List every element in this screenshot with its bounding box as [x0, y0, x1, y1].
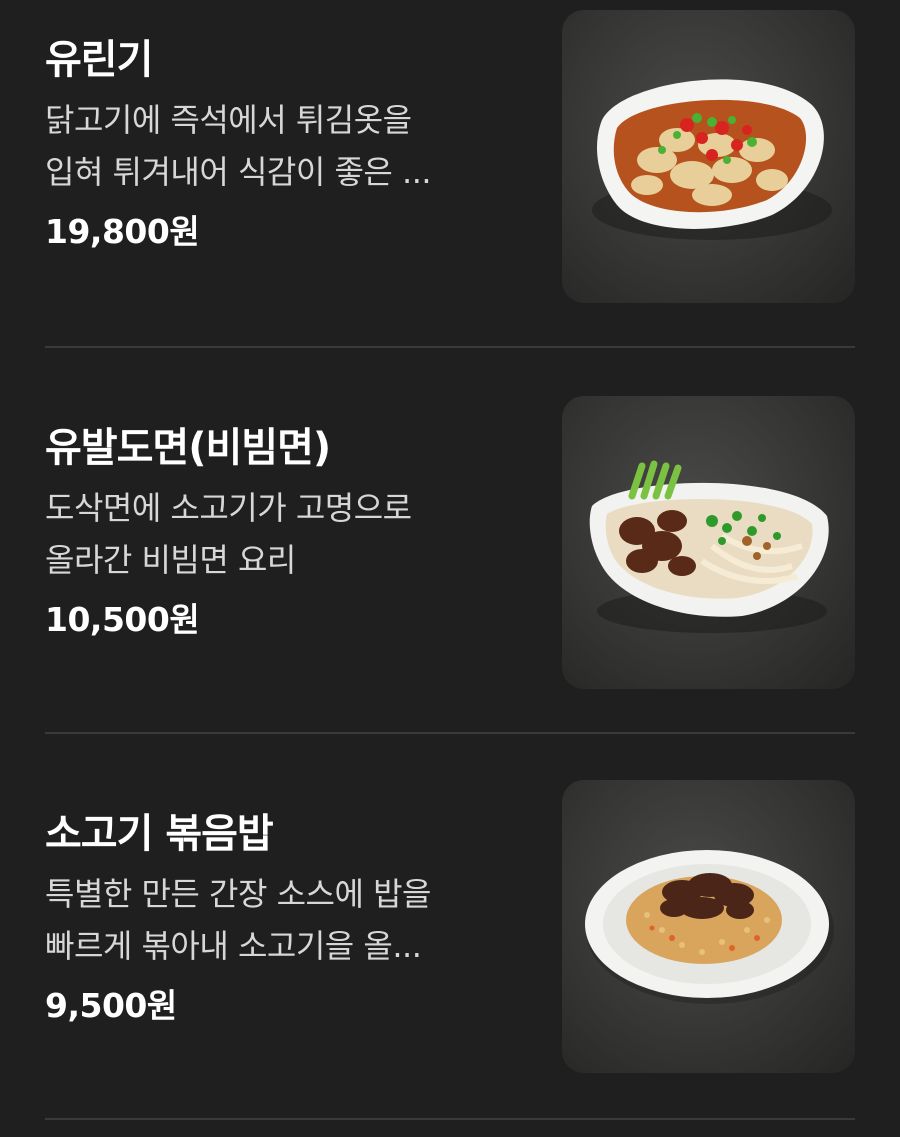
menu-item[interactable]: 유발도면(비빔면) 도삭면에 소고기가 고명으로 올라간 비빔면 요리 10,5…: [45, 348, 855, 734]
menu-item-price: 19,800원: [45, 212, 200, 251]
menu-item-price: 10,500원: [45, 600, 200, 639]
menu-item-text: 유발도면(비빔면) 도삭면에 소고기가 고명으로 올라간 비빔면 요리 10,5…: [45, 422, 515, 644]
menu-item-description: 닭고기에 즉석에서 튀김옷을 입혀 튀겨내어 식감이 좋은 ...: [45, 94, 515, 198]
menu-item-name: 유발도면(비빔면): [45, 425, 331, 471]
menu-list: 유린기 닭고기에 즉석에서 튀김옷을 입혀 튀겨내어 식감이 좋은 ... 19…: [0, 0, 900, 1137]
menu-item-name: 유린기: [45, 37, 153, 83]
menu-item-description-line: 빠르게 볶아내 소고기을 올...: [45, 927, 422, 965]
menu-item-name: 소고기 볶음밥: [45, 811, 274, 857]
menu-item-description: 도삭면에 소고기가 고명으로 올라간 비빔면 요리: [45, 482, 515, 586]
menu-item-description-line: 닭고기에 즉석에서 튀김옷을: [45, 101, 412, 139]
menu-item-description-line: 입혀 튀겨내어 식감이 좋은 ...: [45, 153, 432, 191]
noodle-bowl-icon: [589, 460, 829, 633]
menu-item-text: 유린기 닭고기에 즉석에서 튀김옷을 입혀 튀겨내어 식감이 좋은 ... 19…: [45, 34, 515, 256]
menu-item-text: 소고기 볶음밥 특별한 만든 간장 소스에 밥을 빠르게 볶아내 소고기을 올.…: [45, 808, 515, 1030]
fried-chicken-dish-icon: [592, 79, 832, 240]
menu-item-description-line: 특별한 만든 간장 소스에 밥을: [45, 875, 431, 913]
fried-rice-plate-icon: [585, 850, 834, 1004]
menu-item-photo[interactable]: [562, 780, 855, 1073]
menu-item-photo[interactable]: [562, 396, 855, 689]
menu-item[interactable]: 유린기 닭고기에 즉석에서 튀김옷을 입혀 튀겨내어 식감이 좋은 ... 19…: [45, 0, 855, 348]
menu-item-description-line: 도삭면에 소고기가 고명으로: [45, 489, 412, 527]
menu-item-description: 특별한 만든 간장 소스에 밥을 빠르게 볶아내 소고기을 올...: [45, 868, 515, 972]
menu-item-photo[interactable]: [562, 10, 855, 303]
menu-item-price: 9,500원: [45, 986, 177, 1025]
menu-item-description-line: 올라간 비빔면 요리: [45, 541, 296, 579]
menu-item[interactable]: 소고기 볶음밥 특별한 만든 간장 소스에 밥을 빠르게 볶아내 소고기을 올.…: [45, 734, 855, 1120]
